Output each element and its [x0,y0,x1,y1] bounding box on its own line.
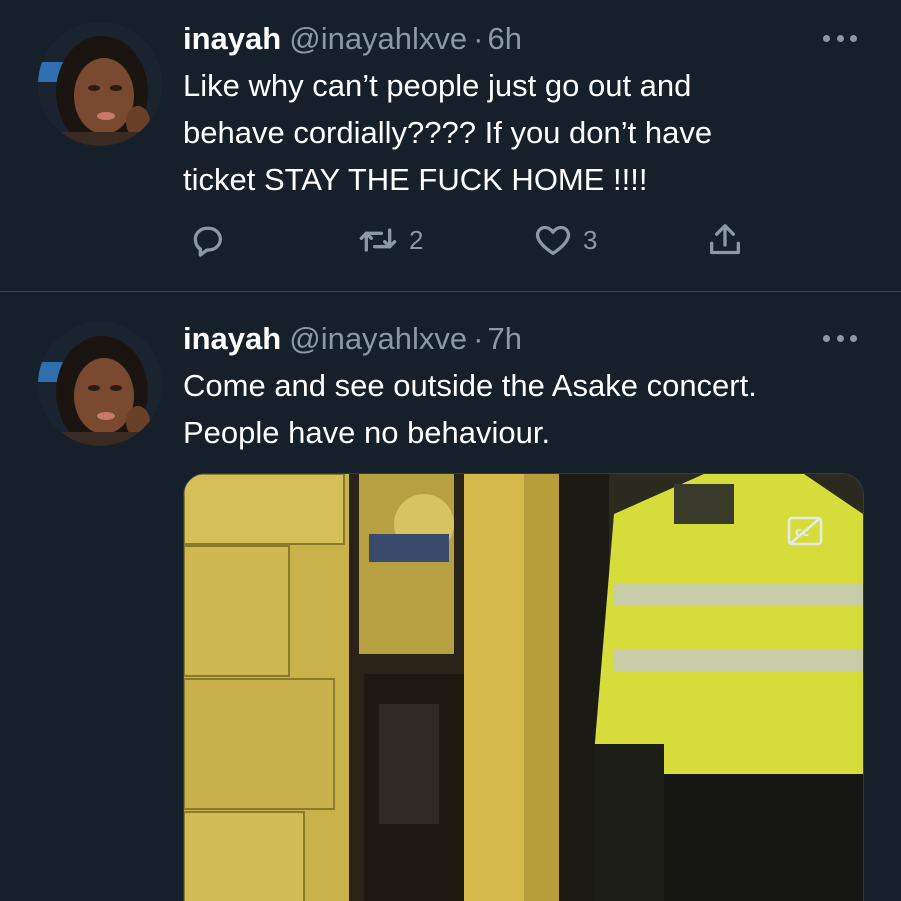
separator-dot: · [473,321,484,356]
tweet[interactable]: inayah @inayahlxve · 7h Come and see outsid… [0,292,901,901]
like-count: 3 [583,224,598,255]
tweet[interactable]: inayah @inayahlxve · 6h Like why can’t peop… [0,0,901,291]
reply-button[interactable] [187,220,237,260]
retweet-button[interactable]: 2 [357,220,423,260]
share-button[interactable] [705,220,745,260]
tweet-text: Come and see outside the Asake concert. … [183,368,757,450]
separator-dot: · [473,21,484,56]
like-button[interactable]: 3 [533,220,597,260]
heart-icon [533,220,573,260]
display-name[interactable]: inayah [183,21,281,56]
timestamp[interactable]: 7h [488,321,522,356]
tweet-actions: 2 3 [183,220,783,260]
reply-icon [187,220,227,260]
timestamp[interactable]: 6h [488,21,522,56]
retweet-count: 2 [409,224,424,255]
user-handle[interactable]: @inayahlxve [289,21,467,56]
tweet-header: inayah @inayahlxve · 6h [183,19,522,59]
share-icon [705,220,745,260]
retweet-icon [357,220,399,260]
avatar[interactable] [38,322,162,446]
video-thumbnail[interactable]: cc [183,473,864,901]
user-handle[interactable]: @inayahlxve [289,321,467,356]
more-dots-icon[interactable] [823,332,857,344]
tweet-header: inayah @inayahlxve · 7h [183,319,522,359]
tweet-text: Like why can’t people just go out and be… [183,68,713,197]
display-name[interactable]: inayah [183,321,281,356]
avatar[interactable] [38,22,162,146]
closed-captions-off-icon[interactable]: cc [787,515,823,547]
more-dots-icon[interactable] [823,32,857,44]
